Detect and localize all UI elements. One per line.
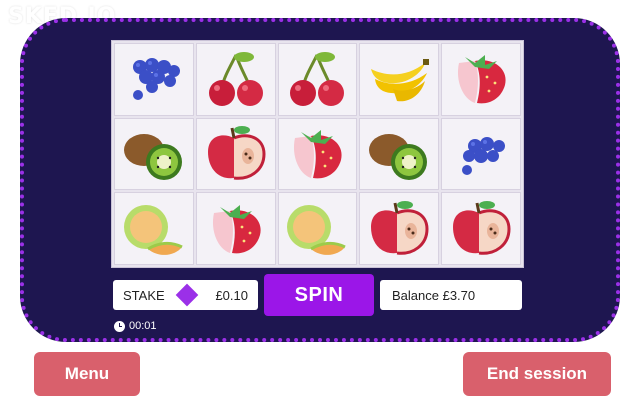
blueberries-icon [132,58,180,101]
kiwi-icon [369,133,428,180]
end-session-button[interactable]: End session [463,352,611,396]
timer-text: 00:01 [129,320,157,332]
apple-icon [371,200,429,255]
stake-selector[interactable]: STAKE £0.10 [113,280,258,310]
spin-button[interactable]: SPIN [264,274,374,316]
reel-cell [277,192,358,265]
reel-cell [441,192,521,265]
banana-icon [371,59,430,102]
stake-label: STAKE [123,287,165,303]
balance-display: Balance £3.70 [380,280,522,310]
reel-cell [359,117,440,191]
reel-cell [441,43,521,116]
blueberries-icon [462,136,506,175]
reel-cell [195,117,276,191]
kiwi-icon [123,133,182,180]
reel-cell [114,43,194,116]
reel-cell [359,192,440,265]
balance-text: Balance £3.70 [392,287,476,303]
reel-cell [114,117,194,191]
stake-value: £0.10 [215,287,248,303]
reel-cell [359,43,440,116]
strawberry-icon [458,55,506,104]
reels-grid [111,40,524,268]
clock-icon [114,320,125,332]
reel-cell [195,192,276,265]
cherries-icon [290,52,345,107]
cherries-icon [208,52,263,107]
menu-button[interactable]: Menu [34,352,140,396]
reel-cell [114,192,194,265]
session-timer: 00:01 [114,320,157,332]
melon-icon [287,204,347,255]
reel-cell [441,117,521,191]
reel-cell [277,43,358,116]
strawberry-icon [294,129,343,179]
diamond-icon[interactable] [175,283,198,307]
reel-cell [195,43,276,116]
apple-icon [453,200,511,255]
apple-icon [207,125,266,180]
melon-icon [123,204,183,255]
reel-cell [277,117,358,191]
strawberry-icon [212,204,261,254]
